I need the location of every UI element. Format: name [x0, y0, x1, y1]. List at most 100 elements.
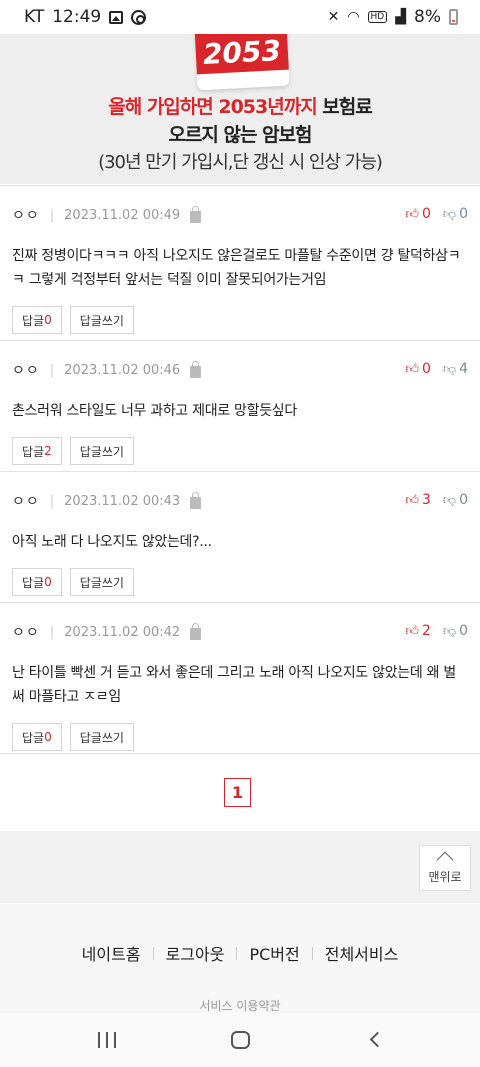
thumb-up-icon: 👍︎	[405, 623, 419, 639]
gallery-icon	[109, 10, 124, 24]
like-button[interactable]: 👍︎ 0	[405, 361, 431, 377]
footer-links: 네이트홈 로그아웃 PC버전 전체서비스	[0, 941, 480, 965]
divider	[152, 946, 154, 960]
like-count: 0	[421, 361, 431, 377]
reply-count-button[interactable]: 답글 0	[12, 306, 62, 334]
dislike-button[interactable]: 👎︎ 0	[443, 206, 468, 222]
comment-text: 아직 노래 다 나오지도 않았는데?...	[12, 534, 212, 550]
thumb-up-icon: 👍︎	[405, 492, 419, 508]
hd-icon: HD	[367, 11, 388, 23]
comment-text: 촌스러워 스타일도 너무 과하고 제대로 망할듯싶다	[12, 403, 297, 419]
like-button[interactable]: 👍︎ 2	[405, 623, 431, 639]
comment-date: 2023.11.02 00:43	[64, 493, 181, 509]
battery-icon	[449, 9, 458, 25]
footer: 네이트홈 로그아웃 PC버전 전체서비스 서비스 이용약관	[0, 903, 480, 1013]
dislike-count: 0	[459, 492, 468, 508]
reply-count: 0	[44, 313, 52, 327]
comment-item: ㅇㅇ | 2023.11.02 00:43 👍︎ 3 👎︎ 0 아직 노래 다 나오…	[0, 471, 480, 602]
banner-subheadline: 오르지 않는 암보험	[168, 124, 312, 146]
scroll-top-button[interactable]: 맨위로	[419, 845, 471, 891]
ad-banner[interactable]: 2053 올해 가입하면 2053년까지 보험료 오르지 않는 암보험 (30년…	[0, 34, 480, 184]
lock-icon	[190, 206, 202, 223]
comment-item: ㅇㅇ | 2023.11.02 00:42 👍︎ 2 👎︎ 0 난 타이틀 빡센 거…	[0, 602, 480, 753]
recent-apps-icon[interactable]	[98, 1032, 116, 1048]
like-button[interactable]: 👍︎ 0	[405, 206, 431, 222]
signal-icon: ▟	[395, 9, 407, 25]
dislike-count: 0	[459, 623, 468, 639]
dislike-button[interactable]: 👎︎ 4	[443, 361, 468, 377]
thumb-down-icon: 👎︎	[442, 206, 457, 222]
footer-link-logout[interactable]: 로그아웃	[166, 941, 225, 965]
mute-icon: ✕	[327, 9, 340, 25]
comment-list: ㅇㅇ | 2023.11.02 00:49 👍︎ 0 👎︎ 0 진짜 정병이다ㅋㅋㅋ…	[0, 185, 480, 753]
reply-count-button[interactable]: 답글 0	[12, 568, 62, 596]
dislike-count: 4	[459, 361, 468, 377]
reply-count: 0	[44, 730, 52, 744]
thumb-up-icon: 👍︎	[405, 206, 419, 222]
footer-link-all-services[interactable]: 전체서비스	[325, 941, 399, 965]
calendar-graphic: 2053	[194, 34, 290, 91]
lock-icon	[190, 361, 202, 378]
comment-text: 난 타이틀 빡센 거 듣고 와서 좋은데 그리고 노래 아직 나오지도 않았는데…	[12, 665, 456, 705]
dislike-count: 0	[459, 206, 468, 222]
write-reply-button[interactable]: 답글쓰기	[69, 568, 134, 596]
divider: |	[49, 207, 55, 223]
reply-label: 답글	[22, 730, 45, 745]
reply-count-button[interactable]: 답글 0	[12, 723, 62, 751]
banner-headline: 올해 가입하면 2053년까지 보험료	[0, 92, 480, 119]
footer-link-pc-version[interactable]: PC버전	[249, 941, 299, 965]
footer-link-home[interactable]: 네이트홈	[82, 941, 141, 965]
comment-author: ㅇㅇ	[12, 208, 40, 224]
reply-label: 답글	[22, 444, 45, 459]
reply-label: 답글	[22, 575, 45, 590]
lock-icon	[190, 623, 202, 640]
comment-author: ㅇㅇ	[12, 363, 40, 379]
back-icon[interactable]	[369, 1031, 386, 1048]
comment-author: ㅇㅇ	[12, 494, 40, 510]
banner-disclaimer: (30년 만기 가입시,단 갱신 시 인상 가능)	[98, 152, 383, 173]
comment-date: 2023.11.02 00:49	[64, 207, 181, 223]
divider	[311, 946, 313, 960]
lock-icon	[190, 492, 202, 509]
top-button-area: 맨위로	[0, 831, 480, 903]
write-reply-button[interactable]: 답글쓰기	[69, 306, 134, 334]
dislike-button[interactable]: 👎︎ 0	[443, 623, 468, 639]
banner-headline-highlight: 올해 가입하면 2053년까지	[108, 96, 317, 118]
write-reply-button[interactable]: 답글쓰기	[69, 437, 134, 465]
comment-author: ㅇㅇ	[12, 625, 40, 641]
divider	[236, 946, 238, 960]
like-count: 2	[421, 623, 431, 639]
status-bar: KT 12:49 ✕ ◠ HD ▟ 8%	[0, 0, 480, 34]
comment-item: ㅇㅇ | 2023.11.02 00:49 👍︎ 0 👎︎ 0 진짜 정병이다ㅋㅋㅋ…	[0, 185, 480, 340]
page-link-current[interactable]: 1	[224, 778, 251, 807]
comment-text: 진짜 정병이다ㅋㅋㅋ 아직 나오지도 않은걸로도 마플탈 수준이면 걍 탈덕하삼…	[12, 248, 461, 288]
system-nav-bar	[0, 1013, 480, 1067]
footer-terms-link[interactable]: 서비스 이용약관	[0, 997, 480, 1014]
reply-label: 답글	[22, 313, 45, 328]
thumb-down-icon: 👎︎	[442, 492, 457, 508]
carrier-label: KT	[24, 7, 45, 27]
reply-count-button[interactable]: 답글 2	[12, 437, 62, 465]
home-icon[interactable]	[231, 1031, 250, 1049]
like-button[interactable]: 👍︎ 3	[405, 492, 431, 508]
battery-percent: 8%	[414, 7, 441, 27]
thumb-down-icon: 👎︎	[442, 623, 457, 639]
write-reply-button[interactable]: 답글쓰기	[69, 723, 134, 751]
calendar-year: 2053	[194, 34, 289, 75]
clock: 12:49	[52, 7, 102, 27]
wifi-icon: ◠	[347, 9, 360, 25]
like-count: 3	[421, 492, 431, 508]
swirl-icon	[131, 9, 147, 25]
reply-count: 0	[44, 575, 52, 589]
comment-date: 2023.11.02 00:42	[64, 624, 181, 640]
thumb-down-icon: 👎︎	[442, 361, 457, 377]
divider: |	[49, 362, 55, 378]
divider: |	[49, 624, 55, 640]
like-count: 0	[421, 206, 431, 222]
comment-item: ㅇㅇ | 2023.11.02 00:46 👍︎ 0 👎︎ 4 촌스러워 스타일도 …	[0, 340, 480, 471]
pagination: 1	[0, 753, 480, 831]
dislike-button[interactable]: 👎︎ 0	[443, 492, 468, 508]
chevron-up-icon	[436, 851, 454, 869]
comment-date: 2023.11.02 00:46	[64, 362, 181, 378]
thumb-up-icon: 👍︎	[405, 361, 419, 377]
